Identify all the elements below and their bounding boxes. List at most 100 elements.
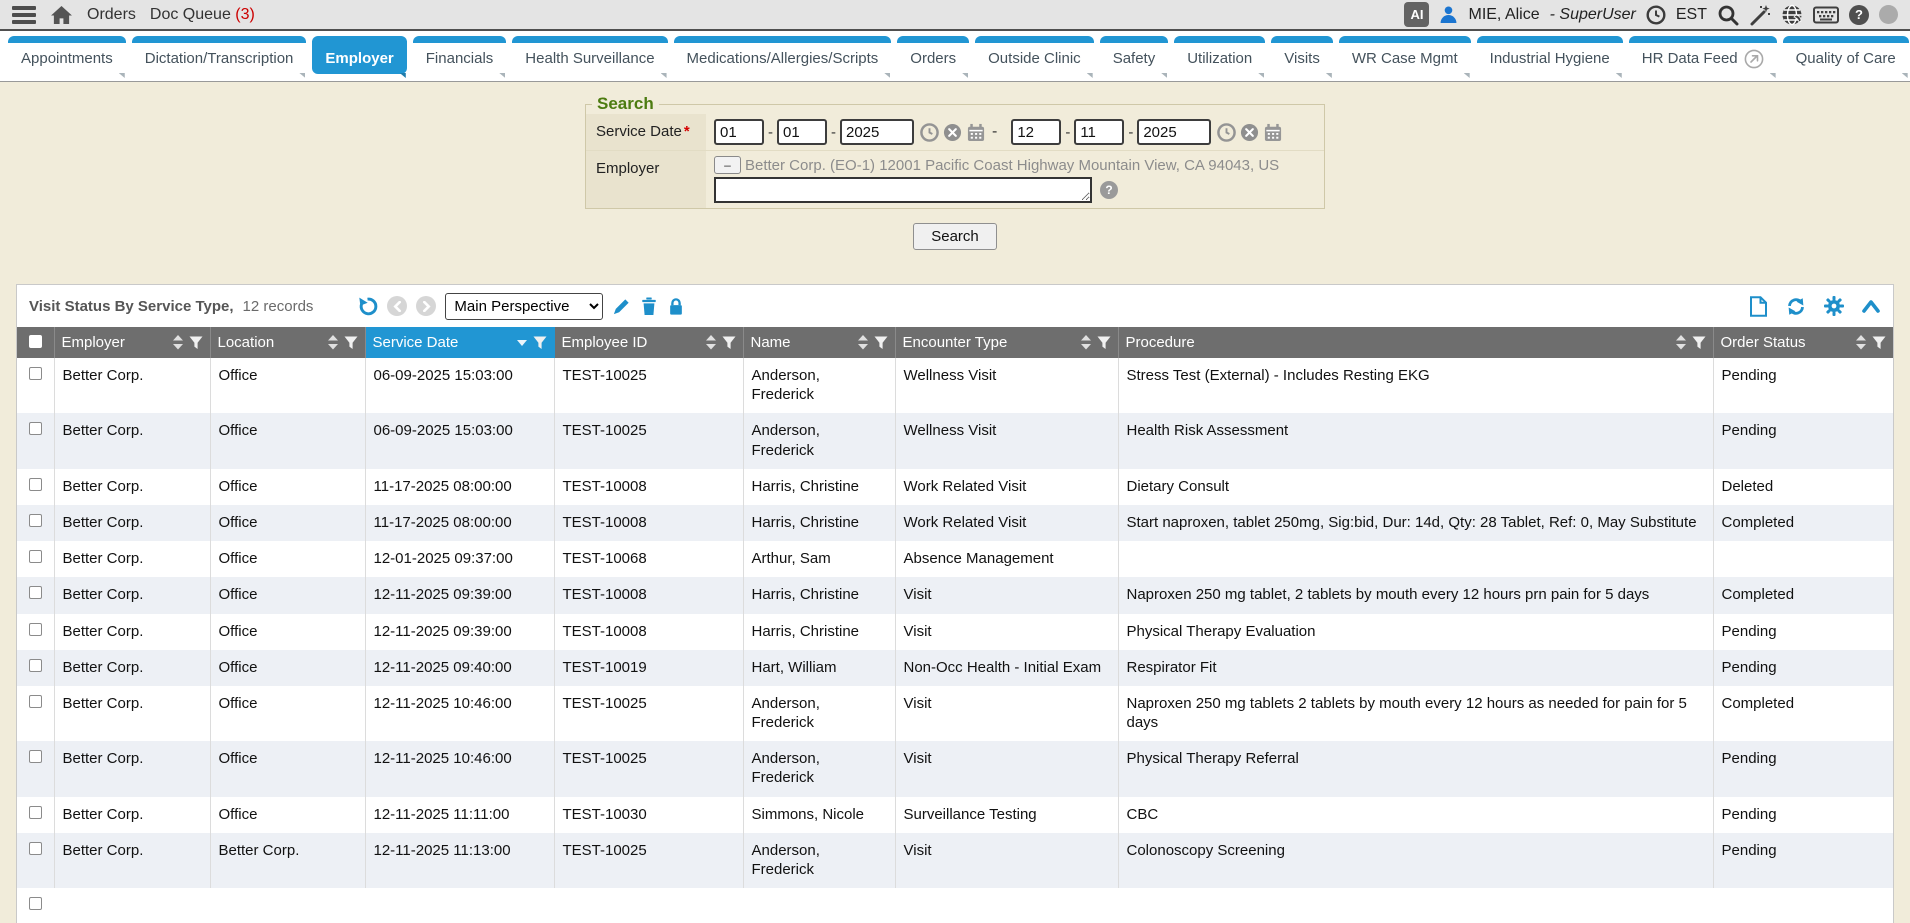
clock-icon[interactable] xyxy=(1646,5,1666,25)
cell-name: Hart, William xyxy=(743,650,895,686)
tab-label: Dictation/Transcription xyxy=(145,50,294,67)
lock-icon[interactable] xyxy=(667,297,685,316)
keyboard-icon[interactable] xyxy=(1813,6,1839,24)
employer-help-icon[interactable]: ? xyxy=(1100,181,1118,199)
sort-icon[interactable] xyxy=(858,335,868,350)
tab-dictation-transcription[interactable]: Dictation/Transcription xyxy=(132,36,307,74)
filter-icon[interactable] xyxy=(1097,336,1111,350)
from-calendar-icon[interactable] xyxy=(966,123,986,142)
column-header-service-date[interactable]: Service Date xyxy=(365,327,554,358)
to-calendar-icon[interactable] xyxy=(1263,123,1283,142)
cell-location: Office xyxy=(210,686,365,741)
to-clear-icon[interactable] xyxy=(1240,123,1259,142)
hamburger-menu-icon[interactable] xyxy=(12,6,36,24)
perspective-select[interactable]: Main Perspective xyxy=(445,293,603,320)
globe-phone-icon[interactable] xyxy=(1781,4,1803,26)
cell-location: Office xyxy=(210,469,365,505)
settings-gear-icon[interactable] xyxy=(1824,296,1844,316)
select-all-checkbox[interactable] xyxy=(29,335,42,348)
from-day-input[interactable] xyxy=(777,119,827,145)
from-clear-icon[interactable] xyxy=(943,123,962,142)
from-year-input[interactable] xyxy=(840,119,914,145)
row-checkbox[interactable] xyxy=(29,422,42,435)
refresh-icon[interactable] xyxy=(1785,296,1807,317)
row-checkbox[interactable] xyxy=(29,842,42,855)
tab-industrial-hygiene[interactable]: Industrial Hygiene xyxy=(1477,36,1623,74)
tab-employer[interactable]: Employer xyxy=(312,36,406,74)
column-header-name[interactable]: Name xyxy=(743,327,895,358)
footer-checkbox[interactable] xyxy=(29,897,42,910)
cell-procedure: Physical Therapy Referral xyxy=(1118,741,1713,796)
breadcrumb-doc-queue[interactable]: Doc Queue (3) xyxy=(150,6,255,24)
filter-icon[interactable] xyxy=(1692,336,1706,350)
sort-icon[interactable] xyxy=(328,335,338,350)
tab-utilization[interactable]: Utilization xyxy=(1174,36,1265,74)
filter-icon[interactable] xyxy=(1872,336,1886,350)
delete-perspective-icon[interactable] xyxy=(640,297,658,316)
row-checkbox[interactable] xyxy=(29,514,42,527)
employer-search-input[interactable] xyxy=(714,177,1092,203)
cell-employee-id: TEST-10025 xyxy=(554,358,743,413)
row-checkbox[interactable] xyxy=(29,623,42,636)
column-header-employee-id[interactable]: Employee ID xyxy=(554,327,743,358)
sort-icon[interactable] xyxy=(1856,335,1866,350)
magic-wand-icon[interactable] xyxy=(1749,4,1771,26)
tab-appointments[interactable]: Appointments xyxy=(8,36,126,74)
column-header-order-status[interactable]: Order Status xyxy=(1713,327,1893,358)
row-checkbox[interactable] xyxy=(29,695,42,708)
edit-perspective-icon[interactable] xyxy=(612,297,631,316)
tab-financials[interactable]: Financials xyxy=(413,36,507,74)
tab-quality-of-care[interactable]: Quality of Care xyxy=(1783,36,1909,74)
new-document-icon[interactable] xyxy=(1749,296,1768,317)
tab-hr-data-feed[interactable]: HR Data Feed xyxy=(1629,36,1777,74)
row-checkbox[interactable] xyxy=(29,750,42,763)
user-name[interactable]: MIE, Alice xyxy=(1468,6,1539,24)
row-checkbox[interactable] xyxy=(29,550,42,563)
tab-health-surveillance[interactable]: Health Surveillance xyxy=(512,36,667,74)
sort-desc-icon[interactable] xyxy=(517,335,527,350)
undo-icon[interactable] xyxy=(357,296,378,317)
prev-page-icon[interactable] xyxy=(387,296,407,316)
to-year-input[interactable] xyxy=(1137,119,1211,145)
collapse-grid-icon[interactable] xyxy=(1861,298,1881,314)
next-page-icon[interactable] xyxy=(416,296,436,316)
help-icon[interactable]: ? xyxy=(1849,5,1869,25)
search-button[interactable]: Search xyxy=(913,223,997,250)
filter-icon[interactable] xyxy=(722,336,736,350)
row-checkbox[interactable] xyxy=(29,806,42,819)
breadcrumb-orders[interactable]: Orders xyxy=(87,6,136,24)
column-header-encounter-type[interactable]: Encounter Type xyxy=(895,327,1118,358)
search-icon[interactable] xyxy=(1717,4,1739,26)
sort-icon[interactable] xyxy=(706,335,716,350)
sort-icon[interactable] xyxy=(173,335,183,350)
column-header-location[interactable]: Location xyxy=(210,327,365,358)
filter-icon[interactable] xyxy=(874,336,888,350)
tab-wr-case-mgmt[interactable]: WR Case Mgmt xyxy=(1339,36,1471,74)
employer-collapse-button[interactable]: – xyxy=(714,156,741,174)
external-link-icon xyxy=(1744,49,1764,69)
row-checkbox[interactable] xyxy=(29,659,42,672)
filter-icon[interactable] xyxy=(533,336,547,350)
from-time-picker-icon[interactable] xyxy=(920,123,939,142)
row-checkbox[interactable] xyxy=(29,367,42,380)
ai-badge[interactable]: AI xyxy=(1404,2,1429,27)
sort-icon[interactable] xyxy=(1676,335,1686,350)
tab-orders[interactable]: Orders xyxy=(897,36,969,74)
from-month-input[interactable] xyxy=(714,119,764,145)
to-month-input[interactable] xyxy=(1011,119,1061,145)
sort-icon[interactable] xyxy=(1081,335,1091,350)
tab-label: Outside Clinic xyxy=(988,50,1081,67)
tab-safety[interactable]: Safety xyxy=(1100,36,1169,74)
tab-visits[interactable]: Visits xyxy=(1271,36,1333,74)
tab-outside-clinic[interactable]: Outside Clinic xyxy=(975,36,1094,74)
tab-medications-allergies-scripts[interactable]: Medications/Allergies/Scripts xyxy=(674,36,892,74)
filter-icon[interactable] xyxy=(344,336,358,350)
column-header-procedure[interactable]: Procedure xyxy=(1118,327,1713,358)
filter-icon[interactable] xyxy=(189,336,203,350)
to-day-input[interactable] xyxy=(1074,119,1124,145)
row-checkbox[interactable] xyxy=(29,586,42,599)
to-time-picker-icon[interactable] xyxy=(1217,123,1236,142)
row-checkbox[interactable] xyxy=(29,478,42,491)
column-header-employer[interactable]: Employer xyxy=(54,327,210,358)
home-icon[interactable] xyxy=(50,5,73,25)
